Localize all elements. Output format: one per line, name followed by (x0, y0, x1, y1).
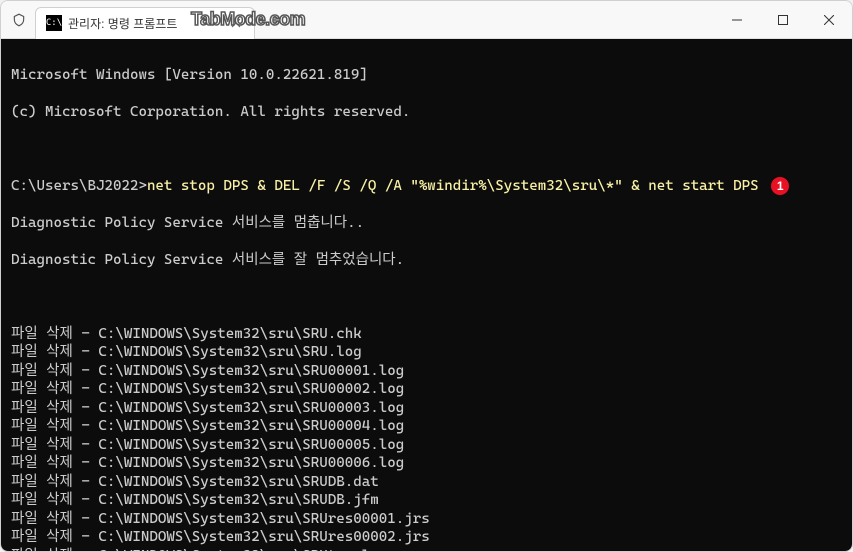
terminal-line: Diagnostic Policy Service 서비스를 멈춥니다.. (11, 214, 842, 233)
terminal-line: Microsoft Windows [Version 10.0.22621.81… (11, 66, 842, 85)
minimize-button[interactable] (714, 1, 760, 38)
terminal-line: 파일 삭제 - C:\WINDOWS\System32\sru\SRU.log (11, 343, 842, 362)
terminal-line (11, 140, 842, 159)
terminal-line: 파일 삭제 - C:\WINDOWS\System32\sru\SRUtmp.l… (11, 547, 842, 552)
close-button[interactable] (806, 1, 852, 38)
shield-icon (11, 12, 27, 28)
window-controls (714, 1, 852, 38)
tab-title: 관리자: 명령 프롬프트 (68, 15, 177, 32)
tab-cmd[interactable]: C:\ 관리자: 명령 프롬프트 (35, 7, 255, 39)
terminal-line: 파일 삭제 - C:\WINDOWS\System32\sru\SRU00006… (11, 454, 842, 473)
new-tab-button[interactable] (261, 6, 289, 34)
terminal-line: 파일 삭제 - C:\WINDOWS\System32\sru\SRU00005… (11, 436, 842, 455)
terminal-line: C:\Users\BJ2022>net stop DPS & DEL /F /S… (11, 177, 842, 196)
terminal-line: 파일 삭제 - C:\WINDOWS\System32\sru\SRU00004… (11, 417, 842, 436)
terminal-line: 파일 삭제 - C:\WINDOWS\System32\sru\SRUDB.da… (11, 473, 842, 492)
terminal-line: 파일 삭제 - C:\WINDOWS\System32\sru\SRU.chk (11, 325, 842, 344)
terminal-body[interactable]: Microsoft Windows [Version 10.0.22621.81… (1, 39, 852, 551)
terminal-line: (c) Microsoft Corporation. All rights re… (11, 103, 842, 122)
terminal-line: Diagnostic Policy Service 서비스를 잘 멈추었습니다. (11, 251, 842, 270)
cmd-icon: C:\ (46, 15, 62, 31)
terminal-line: 파일 삭제 - C:\WINDOWS\System32\sru\SRUres00… (11, 528, 842, 547)
terminal-line (11, 288, 842, 307)
terminal-line: 파일 삭제 - C:\WINDOWS\System32\sru\SRU00003… (11, 399, 842, 418)
terminal-line: 파일 삭제 - C:\WINDOWS\System32\sru\SRUDB.jf… (11, 491, 842, 510)
terminal-line: 파일 삭제 - C:\WINDOWS\System32\sru\SRUres00… (11, 510, 842, 529)
titlebar: C:\ 관리자: 명령 프롬프트 TabMode.com (1, 1, 852, 39)
terminal-window: C:\ 관리자: 명령 프롬프트 TabMode.com (0, 0, 853, 552)
terminal-line: 파일 삭제 - C:\WINDOWS\System32\sru\SRU00001… (11, 362, 842, 381)
maximize-button[interactable] (760, 1, 806, 38)
command-text: net stop DPS & DEL /F /S /Q /A "%windir%… (147, 178, 759, 194)
annotation-badge-1: 1 (771, 177, 789, 195)
terminal-line: 파일 삭제 - C:\WINDOWS\System32\sru\SRU00002… (11, 380, 842, 399)
tab-close-button[interactable] (228, 15, 244, 31)
